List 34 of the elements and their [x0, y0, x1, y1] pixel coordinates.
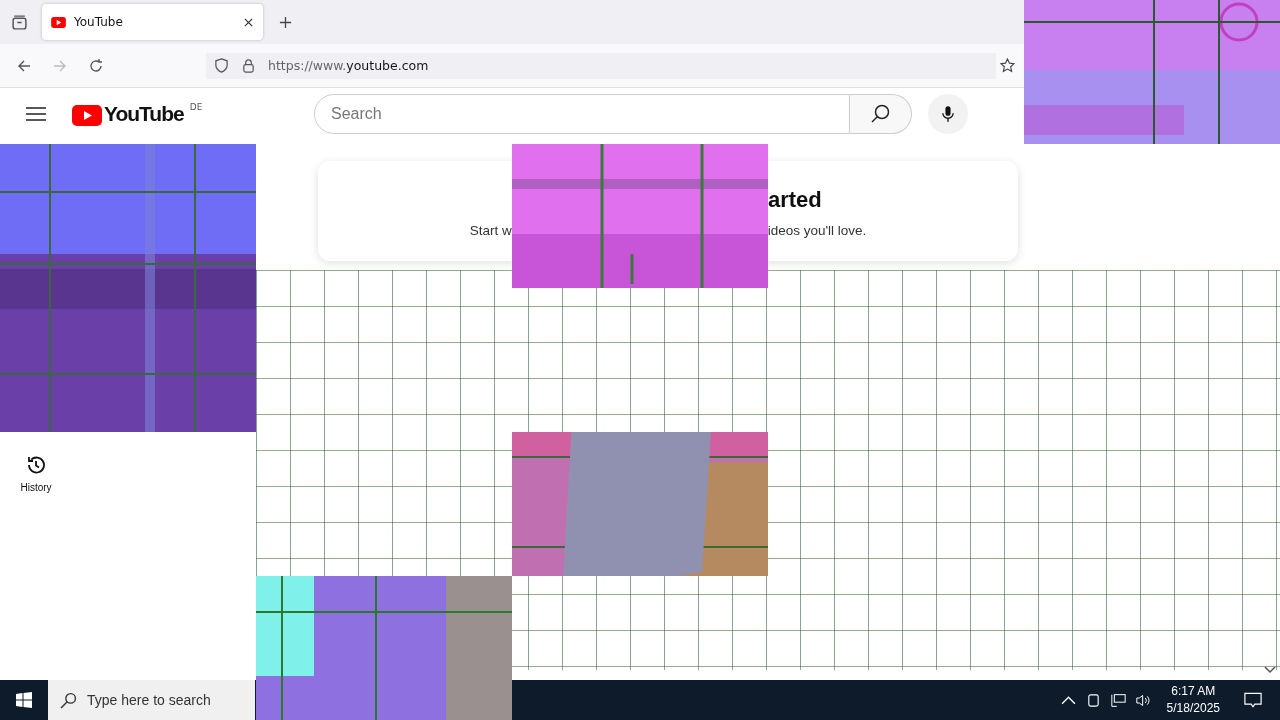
region-code: DE — [189, 102, 203, 112]
tab-title: YouTube — [74, 15, 124, 29]
card-subtitle: Start w — [469, 223, 512, 238]
windows-start-icon[interactable] — [16, 692, 32, 708]
search-button[interactable] — [850, 94, 912, 134]
browser-tab[interactable]: YouTube — [42, 4, 263, 40]
menu-icon[interactable] — [26, 106, 46, 122]
shield-icon — [214, 58, 229, 73]
play-logo-icon — [72, 105, 102, 126]
microphone-button[interactable] — [928, 94, 968, 134]
address-bar[interactable]: https://www.youtube.com — [206, 52, 996, 79]
notification-icon[interactable] — [1244, 691, 1262, 709]
history-icon — [25, 454, 47, 476]
scroll-down-icon[interactable] — [1264, 666, 1276, 674]
new-tab-icon[interactable] — [279, 15, 292, 29]
microphone-icon — [942, 105, 954, 123]
search-icon — [60, 691, 77, 709]
card-subtitle: ideos you'll love. — [767, 223, 867, 238]
close-icon[interactable] — [243, 16, 254, 28]
lock-icon — [241, 58, 256, 73]
play-logo-icon — [51, 16, 66, 28]
card-title: arted — [768, 187, 822, 212]
logo-text: YouTube — [104, 102, 184, 126]
url-text: https://www.youtube.com — [268, 58, 429, 73]
star-icon[interactable] — [1000, 58, 1015, 73]
clock-date[interactable]: 5/18/2025 — [1166, 700, 1220, 717]
clock-time[interactable]: 6:17 AM — [1171, 683, 1216, 700]
search-field[interactable]: Search — [314, 94, 850, 134]
speaker-icon[interactable] — [1135, 692, 1151, 708]
reload-icon[interactable] — [88, 57, 104, 74]
tab-list-icon[interactable] — [11, 13, 28, 31]
sidebar-item[interactable]: History — [0, 454, 72, 493]
search-icon — [870, 104, 891, 124]
taskbar-search-field[interactable]: Type here to search — [48, 680, 255, 720]
